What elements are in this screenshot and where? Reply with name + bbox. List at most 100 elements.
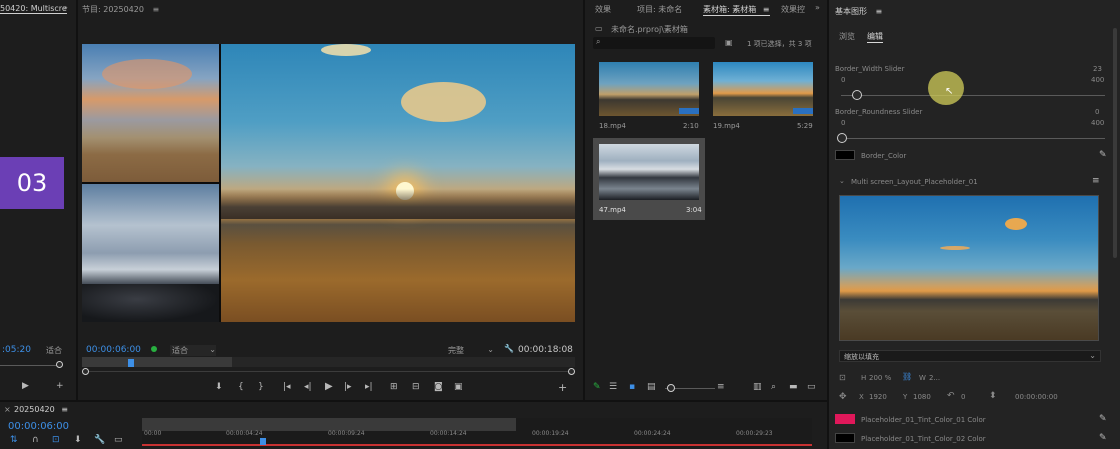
tab-browse[interactable]: 浏览 bbox=[839, 31, 855, 42]
go-to-out-icon[interactable]: ▸| bbox=[365, 382, 373, 392]
clip-duration: 2:10 bbox=[683, 122, 699, 130]
quality-select[interactable]: 完整 ⌄ bbox=[448, 345, 494, 356]
eyedropper-icon[interactable]: ✎ bbox=[1099, 150, 1107, 160]
go-to-in-icon[interactable]: |◂ bbox=[283, 382, 291, 392]
eyedropper-icon[interactable]: ✎ bbox=[1099, 433, 1107, 443]
add-button-icon[interactable]: + bbox=[558, 381, 567, 394]
freeform-view-icon[interactable]: ▤ bbox=[647, 382, 656, 392]
icon-view-icon[interactable]: ▪ bbox=[629, 382, 635, 392]
zoom-slider-handle[interactable] bbox=[667, 384, 675, 392]
x-value[interactable]: 1920 bbox=[869, 393, 887, 401]
list-item[interactable]: 18.mp4 2:10 bbox=[595, 58, 701, 132]
zoom-left-handle[interactable] bbox=[82, 368, 89, 375]
bin-icon-small[interactable]: ▣ bbox=[725, 38, 733, 47]
expand-icon[interactable]: » bbox=[815, 3, 820, 12]
menu-icon[interactable]: ≡ bbox=[61, 405, 68, 414]
source-fit[interactable]: 适合 bbox=[46, 345, 62, 356]
border-roundness-value[interactable]: 0 bbox=[1095, 108, 1099, 116]
tab-project[interactable]: 项目: 未命名 bbox=[637, 4, 682, 15]
mark-out-icon[interactable]: } bbox=[258, 382, 264, 392]
find-icon[interactable]: ⌕ bbox=[771, 382, 776, 392]
new-item-icon[interactable]: ▭ bbox=[807, 382, 816, 392]
tab-effects[interactable]: 效果 bbox=[595, 4, 611, 15]
w-value[interactable]: 2... bbox=[929, 374, 940, 382]
pencil-icon[interactable]: ✎ bbox=[593, 382, 601, 392]
clip-duration: 3:04 bbox=[686, 206, 702, 214]
caption-icon[interactable]: ▭ bbox=[114, 435, 123, 445]
playhead-icon[interactable] bbox=[260, 438, 266, 445]
search-input[interactable]: ⌕ bbox=[593, 37, 715, 49]
mark-in-icon[interactable]: { bbox=[238, 382, 244, 392]
border-roundness-handle[interactable] bbox=[837, 133, 847, 143]
menu-icon[interactable]: ≡ bbox=[153, 5, 160, 14]
border-width-handle[interactable] bbox=[852, 90, 862, 100]
tint1-swatch[interactable] bbox=[835, 414, 855, 424]
source-scrub-handle[interactable] bbox=[56, 361, 63, 368]
add-marker-icon[interactable]: ⊡ bbox=[52, 435, 60, 445]
rotation-value[interactable]: 0 bbox=[961, 393, 965, 401]
y-value[interactable]: 1080 bbox=[913, 393, 931, 401]
tab-effect-controls[interactable]: 效果控 bbox=[781, 4, 805, 15]
zoom-right-handle[interactable] bbox=[568, 368, 575, 375]
video-tile-lake bbox=[82, 184, 219, 322]
h-value[interactable]: 200 % bbox=[869, 374, 891, 382]
marker-icon[interactable]: ⬇ bbox=[215, 382, 223, 392]
menu-icon[interactable]: ≡ bbox=[763, 5, 770, 14]
program-monitor: 节目: 20250420 ≡ 00:00:06:00 适合 ⌄ 完整 ⌄ 🔧 0… bbox=[78, 0, 583, 400]
tab-bin[interactable]: 素材箱: 素材箱 ≡ bbox=[703, 4, 770, 16]
list-item[interactable]: 19.mp4 5:29 bbox=[709, 58, 815, 132]
add-icon[interactable]: + bbox=[56, 381, 64, 391]
extract-icon[interactable]: ⊟ bbox=[412, 382, 420, 392]
timeline-close-icon[interactable]: × bbox=[4, 405, 11, 414]
program-fit-select[interactable]: 适合 ⌄ bbox=[170, 345, 216, 356]
marker-icon[interactable]: ⬇ bbox=[74, 435, 82, 445]
source-scrub-bar[interactable] bbox=[0, 365, 62, 366]
expand-icon[interactable]: » bbox=[63, 3, 68, 12]
timeline-tab[interactable]: 20250420 ≡ bbox=[14, 405, 68, 414]
program-video-frame bbox=[82, 44, 575, 322]
zoom-bar[interactable] bbox=[84, 371, 572, 372]
border-width-slider[interactable] bbox=[841, 95, 1105, 96]
tint2-swatch[interactable] bbox=[835, 433, 855, 443]
playhead-icon[interactable] bbox=[128, 359, 134, 367]
source-timecode[interactable]: :05:20 bbox=[2, 345, 31, 355]
program-tab[interactable]: 节目: 20250420 ≡ bbox=[82, 4, 159, 15]
border-color-swatch[interactable] bbox=[835, 150, 855, 160]
fill-mode-select[interactable]: 缩放以填充 ⌄ bbox=[839, 350, 1101, 362]
menu-icon[interactable]: ≡ bbox=[876, 7, 883, 16]
snap-icon[interactable]: ⇅ bbox=[10, 435, 18, 445]
play-icon[interactable]: ▶ bbox=[325, 381, 333, 392]
camera-icon[interactable]: ◙ bbox=[434, 382, 443, 392]
program-timecode[interactable]: 00:00:06:00 bbox=[86, 345, 141, 355]
step-back-icon[interactable]: ◂| bbox=[304, 382, 312, 392]
lift-icon[interactable]: ⊞ bbox=[390, 382, 398, 392]
eyedropper-icon[interactable]: ✎ bbox=[1099, 414, 1107, 424]
timeline-timecode[interactable]: 00:00:06:00 bbox=[8, 421, 69, 432]
link-icon[interactable]: ⛓ bbox=[902, 372, 912, 381]
timeline-ruler[interactable]: 00:00 00:00:04:24 00:00:09:24 00:00:14:2… bbox=[142, 418, 812, 447]
wrench-icon[interactable]: 🔧 bbox=[94, 435, 105, 445]
source-tab[interactable]: 50420: Multiscre bbox=[0, 4, 67, 14]
linked-icon[interactable]: ∩ bbox=[32, 435, 39, 445]
layer-preview bbox=[839, 195, 1099, 341]
tab-edit[interactable]: 编辑 bbox=[867, 31, 883, 43]
border-width-label: Border_Width Slider bbox=[835, 65, 905, 73]
sort-icon[interactable]: ≡ bbox=[717, 382, 725, 392]
border-width-value[interactable]: 23 bbox=[1093, 65, 1102, 73]
new-bin-icon[interactable]: ▬ bbox=[789, 382, 798, 392]
time-value[interactable]: 00:00:00:00 bbox=[1015, 393, 1058, 401]
layer-menu-icon[interactable]: ≡ bbox=[1092, 176, 1100, 186]
automate-icon[interactable]: ▥ bbox=[753, 382, 762, 392]
list-item-selected[interactable]: 47.mp4 3:04 bbox=[593, 138, 705, 220]
chevron-down-icon[interactable]: ⌄ bbox=[839, 177, 845, 185]
play-icon[interactable]: ▶ bbox=[22, 381, 29, 391]
step-forward-icon[interactable]: |▸ bbox=[344, 382, 352, 392]
eg-title: 基本图形 ≡ bbox=[835, 6, 882, 17]
panel-scrollbar[interactable] bbox=[1113, 28, 1117, 258]
y-label: Y bbox=[903, 393, 908, 401]
border-roundness-slider[interactable] bbox=[841, 138, 1105, 139]
bin-path: 未命名.prproj\素材箱 bbox=[611, 25, 688, 34]
wrench-icon[interactable]: 🔧 bbox=[504, 344, 514, 353]
compare-icon[interactable]: ▣ bbox=[454, 382, 463, 392]
list-view-icon[interactable]: ☰ bbox=[609, 382, 617, 392]
